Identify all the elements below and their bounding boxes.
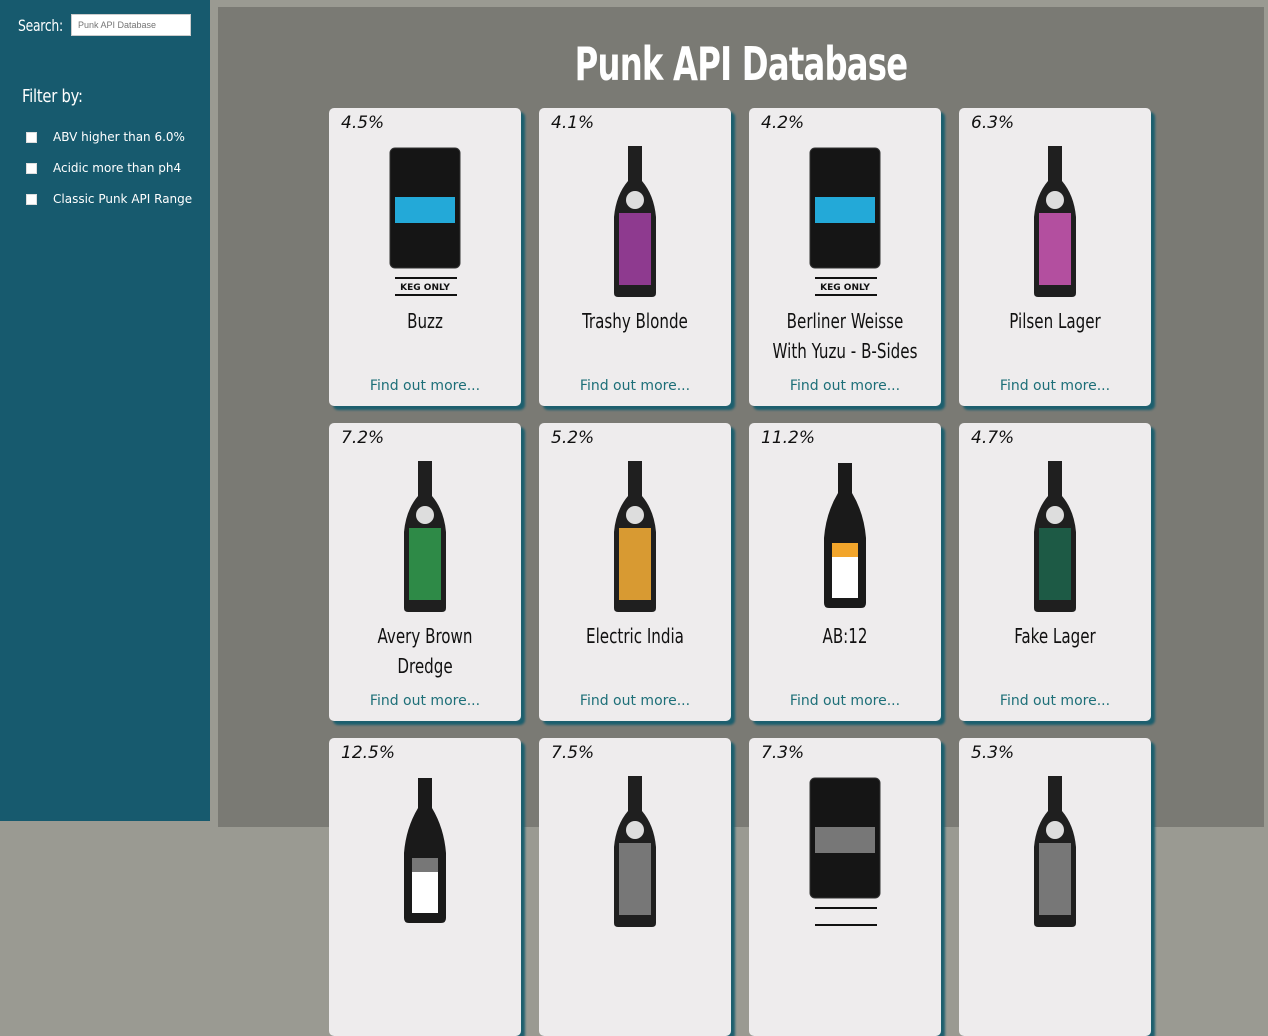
beer-card: 7.3% [749,738,941,1036]
beer-card: 5.3% [959,738,1151,1036]
find-out-more-link[interactable]: Find out more... [959,378,1151,394]
beer-image: KEG ONLY [329,138,521,300]
beer-name: Electric India [586,624,684,648]
beer-card: 5.2% Electric India Find out more... [539,423,731,721]
beer-card: 4.2% KEG ONLY Berliner Weisse With Yuzu … [749,108,941,406]
find-out-more-link[interactable]: Find out more... [329,378,521,394]
find-out-more-link[interactable]: Find out more... [539,378,731,394]
beer-name: Fake Lager [1014,624,1096,648]
beer-image [959,138,1151,300]
beer-image [329,768,521,930]
search-row: Search: [18,14,191,36]
beer-abv: 12.5% [341,743,396,763]
beer-abv: 4.5% [341,113,385,133]
beer-card: 4.5% KEG ONLY Buzz Find out more... [329,108,521,406]
checkbox[interactable] [26,131,37,143]
filter-acidic[interactable]: Acidic more than ph4 [26,161,181,175]
find-out-more-link[interactable]: Find out more... [539,693,731,709]
keg-label: KEG ONLY [820,283,870,293]
beer-image [959,453,1151,615]
beer-abv: 4.1% [551,113,595,133]
page-title: Punk API Database [574,37,908,91]
beer-image [539,453,731,615]
find-out-more-link[interactable]: Find out more... [749,378,941,394]
beer-card: 6.3% Pilsen Lager Find out more... [959,108,1151,406]
filter-abv[interactable]: ABV higher than 6.0% [26,130,185,144]
beer-name: Avery Brown Dredge [377,624,473,678]
sidebar: Search: Filter by: ABV higher than 6.0% … [0,0,210,821]
beer-name: Berliner Weisse With Yuzu - B-Sides [772,309,918,363]
beer-abv: 5.2% [551,428,595,448]
beer-abv: 11.2% [761,428,816,448]
main-content: Punk API Database 4.5% KEG ONLY Buzz Find… [218,7,1264,1036]
checkbox[interactable] [26,193,37,205]
beer-image [539,768,731,930]
beer-card: 11.2% AB:12 Find out more... [749,423,941,721]
beer-name: AB:12 [822,624,868,648]
filter-label: Acidic more than ph4 [53,161,182,175]
find-out-more-link[interactable]: Find out more... [749,693,941,709]
filter-label: ABV higher than 6.0% [53,130,185,144]
filter-title: Filter by: [22,86,83,107]
filter-label: Classic Punk API Range [53,192,193,206]
beer-abv: 7.5% [551,743,595,763]
beer-card: 4.1% Trashy Blonde Find out more... [539,108,731,406]
beer-card: 4.7% Fake Lager Find out more... [959,423,1151,721]
beer-abv: 5.3% [971,743,1015,763]
beer-name: Buzz [407,309,443,333]
beer-abv: 4.2% [761,113,805,133]
beer-abv: 7.2% [341,428,385,448]
search-input[interactable] [71,14,191,36]
beer-image: KEG ONLY [749,138,941,300]
find-out-more-link[interactable]: Find out more... [959,693,1151,709]
beer-image [749,768,941,930]
beer-card: 7.5% [539,738,731,1036]
beer-image [329,453,521,615]
filter-classic[interactable]: Classic Punk API Range [26,192,192,206]
find-out-more-link[interactable]: Find out more... [329,693,521,709]
beer-name: Trashy Blonde [582,309,688,333]
beer-card: 7.2% Avery Brown Dredge Find out more... [329,423,521,721]
search-label: Search: [18,15,63,35]
checkbox[interactable] [26,162,37,174]
beer-image [749,453,941,615]
beer-abv: 7.3% [761,743,805,763]
beer-image [539,138,731,300]
beer-card: 12.5% [329,738,521,1036]
beer-name: Pilsen Lager [1009,309,1101,333]
beer-image [959,768,1151,930]
keg-label: KEG ONLY [400,283,450,293]
beer-abv: 6.3% [971,113,1015,133]
beer-abv: 4.7% [971,428,1015,448]
